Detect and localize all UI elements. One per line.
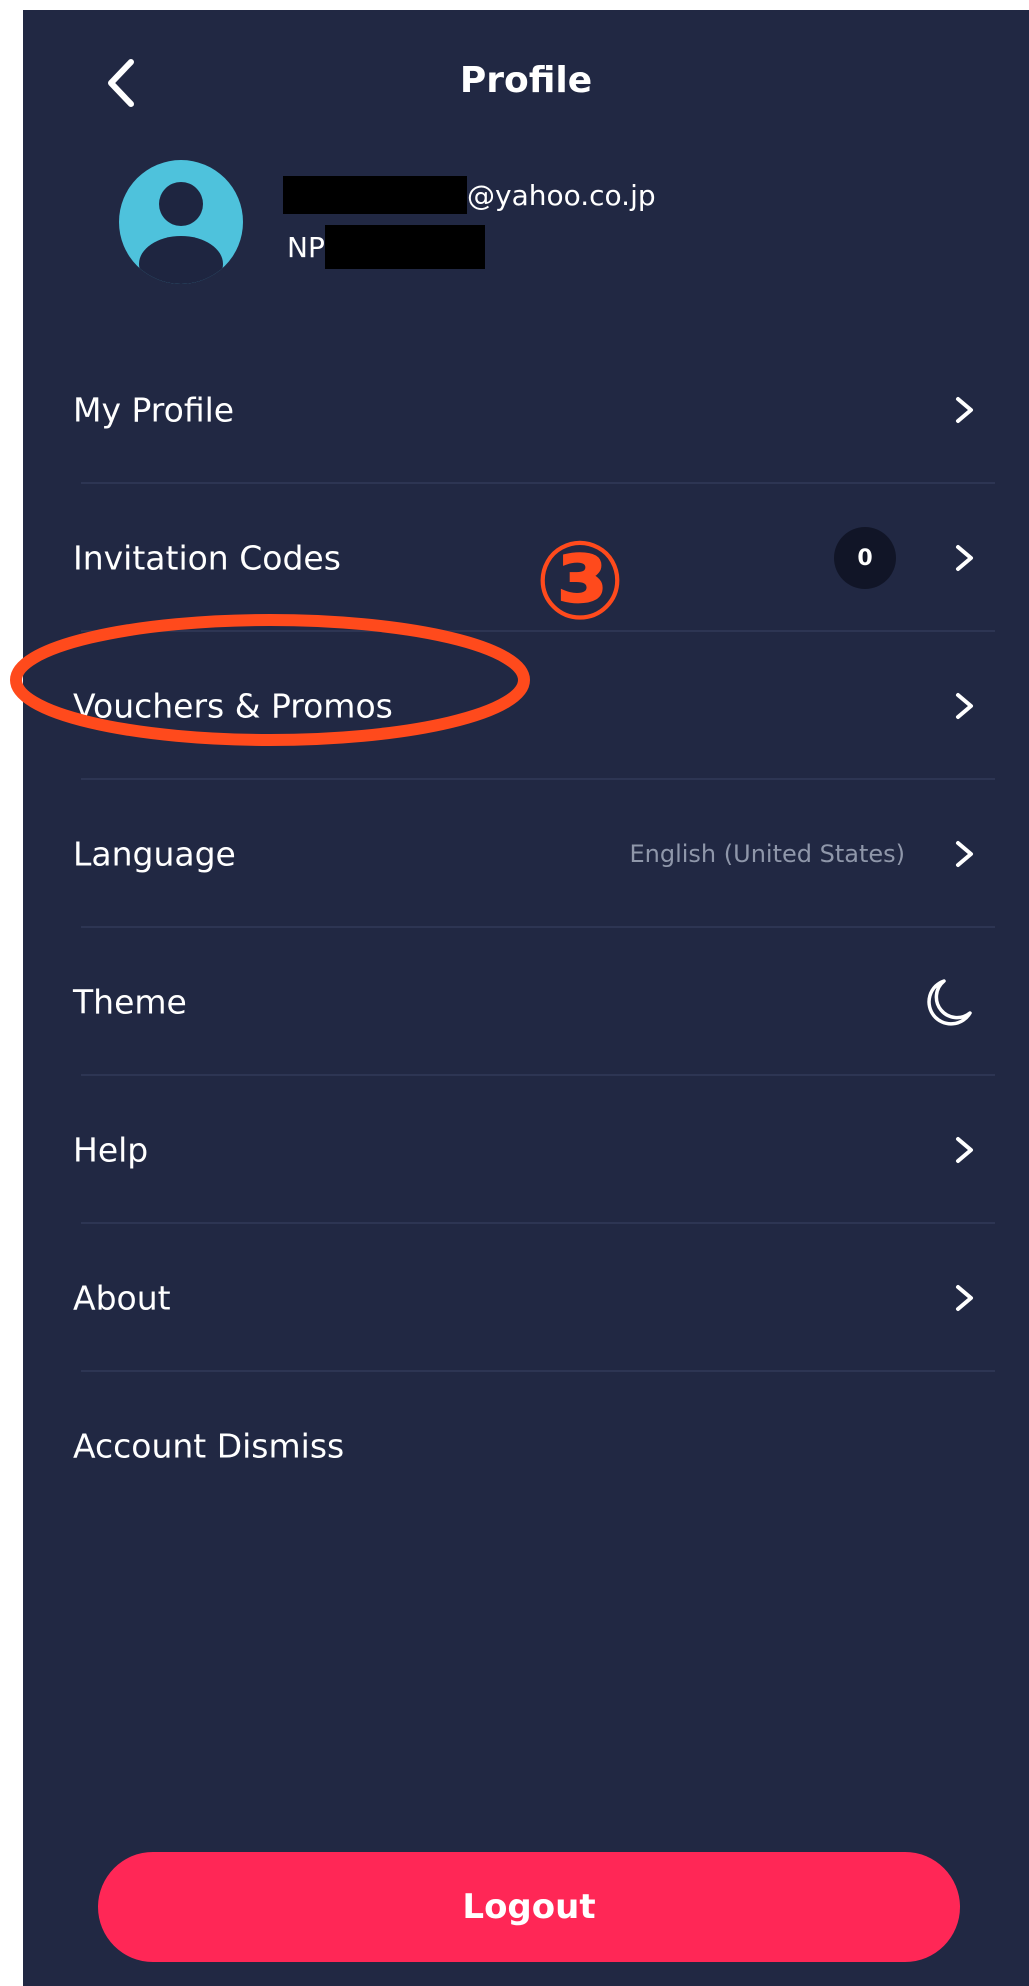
menu-item-about[interactable]: About bbox=[23, 1224, 1029, 1372]
chevron-right-icon bbox=[956, 1285, 973, 1311]
menu-item-theme[interactable]: Theme bbox=[23, 928, 1029, 1076]
user-email: @yahoo.co.jp bbox=[283, 175, 656, 215]
menu-item-label: My Profile bbox=[73, 390, 235, 430]
screen: Profile @yahoo.co.jp NP My Profile Invit… bbox=[0, 0, 1029, 1986]
menu-item-account-dismiss[interactable]: Account Dismiss bbox=[23, 1372, 1029, 1520]
invitation-count-badge: 0 bbox=[834, 527, 896, 589]
settings-menu: My Profile Invitation Codes 0 Vouchers &… bbox=[23, 336, 1029, 1520]
menu-item-label: Theme bbox=[73, 982, 187, 1022]
chevron-right-icon bbox=[956, 397, 973, 423]
menu-item-label: Language bbox=[73, 834, 236, 874]
menu-item-label: About bbox=[73, 1278, 171, 1318]
chevron-right-icon bbox=[956, 545, 973, 571]
redacted-email-block bbox=[283, 176, 467, 214]
menu-item-my-profile[interactable]: My Profile bbox=[23, 336, 1029, 484]
menu-item-label: Account Dismiss bbox=[73, 1426, 345, 1466]
logout-button[interactable]: Logout bbox=[98, 1852, 960, 1962]
language-value: English (United States) bbox=[629, 840, 905, 868]
menu-item-label: Vouchers & Promos bbox=[73, 686, 393, 726]
user-avatar-icon bbox=[139, 182, 223, 284]
page-title: Profile bbox=[459, 60, 593, 101]
chevron-right-icon bbox=[956, 693, 973, 719]
menu-item-invitation-codes[interactable]: Invitation Codes 0 bbox=[23, 484, 1029, 632]
redacted-id-block bbox=[324, 225, 485, 269]
email-suffix: @yahoo.co.jp bbox=[467, 178, 656, 212]
moon-icon[interactable] bbox=[918, 973, 976, 1031]
user-id: NP bbox=[287, 225, 485, 269]
menu-item-vouchers-promos[interactable]: Vouchers & Promos bbox=[23, 632, 1029, 780]
menu-item-help[interactable]: Help bbox=[23, 1076, 1029, 1224]
chevron-right-icon bbox=[956, 1137, 973, 1163]
profile-screen: Profile @yahoo.co.jp NP My Profile Invit… bbox=[23, 10, 1029, 1986]
menu-item-label: Help bbox=[73, 1130, 149, 1170]
user-id-prefix: NP bbox=[287, 230, 325, 264]
chevron-right-icon bbox=[956, 841, 973, 867]
menu-item-language[interactable]: Language English (United States) bbox=[23, 780, 1029, 928]
menu-item-label: Invitation Codes bbox=[73, 538, 341, 578]
avatar bbox=[119, 160, 243, 284]
